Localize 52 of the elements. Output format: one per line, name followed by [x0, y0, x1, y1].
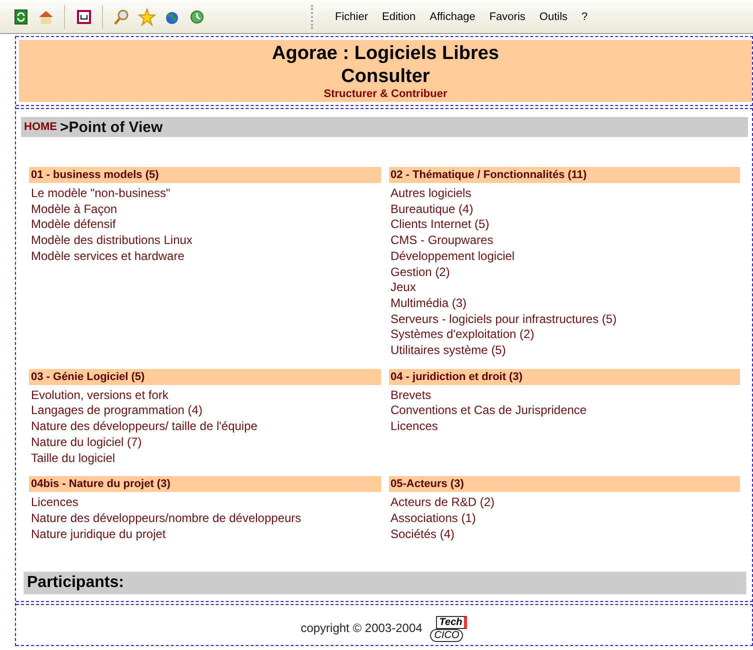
menu-item[interactable]: Affichage [422, 10, 482, 22]
section-heading: 04 - juridiction et droit (3) [388, 368, 740, 385]
topic-link[interactable]: Nature du logiciel (7) [29, 434, 380, 451]
topic-link[interactable]: CMS - Groupwares [388, 233, 740, 249]
topic-link[interactable]: Conventions et Cas de Jurispridence [388, 403, 740, 420]
topic-link[interactable]: Taille du logiciel [29, 450, 380, 466]
menu-item[interactable]: Fichier [328, 10, 376, 22]
menu-item[interactable]: ? [574, 10, 595, 22]
topic-link[interactable]: Gestion (2) [388, 264, 740, 280]
participants-heading: Participants: [23, 571, 747, 596]
topic-link[interactable]: Autres logiciels [388, 186, 740, 202]
topic-link[interactable]: Clients Internet (5) [388, 217, 740, 234]
topic-link[interactable]: Utilitaires système (5) [388, 343, 740, 359]
topic-link[interactable]: Nature des développeurs/ taille de l'équipe [29, 419, 380, 435]
topic-link[interactable]: Modèle à Façon [29, 202, 380, 218]
menu-item[interactable]: Outils [532, 10, 575, 22]
menu-item[interactable]: Edition [375, 10, 423, 22]
topic-link[interactable]: Associations (1) [388, 510, 740, 527]
topic-link[interactable]: Serveurs - logiciels pour infrastructures (5) [388, 312, 740, 328]
section-heading: 04bis - Nature du projet (3) [29, 476, 380, 492]
section-heading: 05-Acteurs (3) [388, 476, 740, 492]
star-icon[interactable] [136, 6, 158, 28]
topic-link[interactable]: Modèle défensif [29, 217, 380, 234]
topic-link[interactable]: Développement logiciel [388, 248, 740, 265]
menu-item[interactable]: Favoris [482, 10, 532, 22]
copyright-text: copyright © 2003-2004 [300, 621, 422, 636]
section-heading: 01 - business models (5) [29, 167, 380, 183]
section-heading: 03 - Génie Logiciel (5) [29, 368, 380, 385]
section-heading: 02 - Thématique / Fonctionnalités (11) [388, 167, 740, 183]
topic-link[interactable]: Sociétés (4) [388, 526, 740, 542]
site-tagline: Structurer & Contribuer [322, 88, 448, 101]
topic-link[interactable]: Nature juridique du projet [29, 526, 380, 542]
site-title: Agorae : Logiciels Libres [271, 42, 500, 65]
topic-link[interactable]: Licences [388, 419, 740, 435]
topic-link[interactable]: Bureautique (4) [388, 202, 740, 218]
topic-link[interactable]: Jeux [388, 280, 740, 296]
topic-link[interactable]: Langages de programmation (4) [29, 403, 380, 420]
logo-bottom-text: CICO [430, 629, 464, 642]
topic-link[interactable]: Modèle services et hardware [29, 248, 380, 265]
topic-link[interactable]: Brevets [388, 388, 740, 404]
topic-link[interactable]: Licences [29, 495, 380, 511]
topic-link[interactable]: Modèle des distributions Linux [29, 233, 380, 249]
home-link[interactable]: HOME [24, 121, 57, 133]
topic-link[interactable]: Multimédia (3) [388, 296, 740, 312]
topic-link[interactable]: Nature des développeurs/nombre de développeurs [29, 510, 380, 527]
breadcrumb-current: >Point of View [60, 118, 163, 136]
logo-top-text: Tech [436, 616, 468, 630]
topic-link[interactable]: Systèmes d'exploitation (2) [388, 327, 740, 344]
site-subtitle: Consulter [340, 65, 431, 88]
topic-link[interactable]: Evolution, versions et fork [29, 388, 380, 404]
topic-link[interactable]: Acteurs de R&D (2) [388, 495, 740, 511]
topic-link[interactable]: Le modèle "non-business" [29, 186, 380, 202]
